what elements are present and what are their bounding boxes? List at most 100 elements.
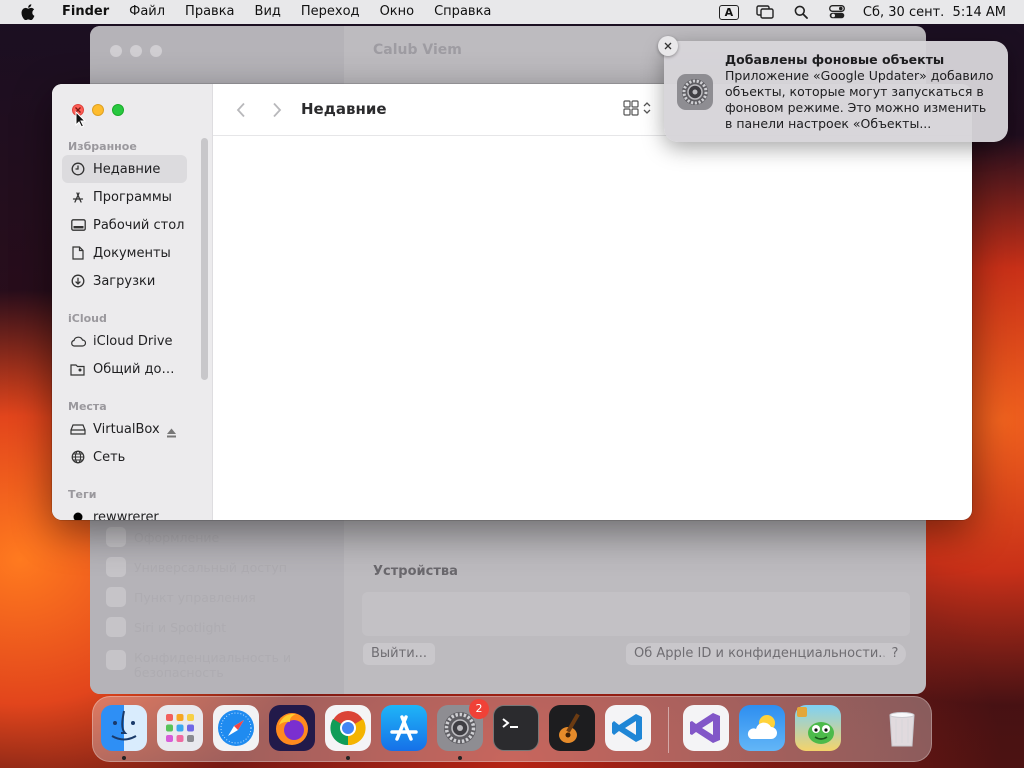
dock-weather-icon[interactable]: [739, 705, 785, 751]
clock-icon: [70, 161, 86, 177]
sidebar-item-label: VirtualBox: [93, 421, 160, 437]
sidebar-item-label: Загрузки: [93, 273, 156, 289]
desktop-icon: [70, 217, 86, 233]
devices-list: [362, 592, 910, 636]
settings-item-label: Универсальный доступ: [134, 559, 287, 575]
apps-icon: [70, 189, 86, 205]
dock-firefox-icon[interactable]: [269, 705, 315, 751]
up-down-chevron-icon: [643, 102, 651, 114]
download-icon: [70, 273, 86, 289]
menu-app-name[interactable]: Finder: [52, 0, 119, 24]
running-indicator: [458, 756, 462, 760]
input-source-label: A: [718, 4, 739, 20]
sidebar-item-downloads[interactable]: Загрузки: [62, 267, 187, 295]
menu-bar: Finder Файл Правка Вид Переход Окно Спра…: [0, 0, 1024, 24]
menu-clock[interactable]: Сб, 30 сент. 5:14 AM: [863, 5, 1006, 20]
finder-sidebar: Избранное Недавние Программы Рабочий сто…: [52, 84, 213, 520]
devices-heading: Устройства: [373, 564, 458, 579]
settings-item-label: Оформление: [134, 529, 220, 545]
places-heading: Места: [68, 400, 107, 413]
cloud-icon: [70, 333, 86, 349]
chevron-left-icon: [236, 102, 245, 118]
settings-item-accessibility[interactable]: Универсальный доступ: [106, 557, 287, 577]
shared-folder-icon: [70, 361, 86, 377]
favorites-heading: Избранное: [68, 140, 137, 153]
notification-title: Добавлены фоновые объекты: [725, 52, 945, 67]
settings-item-privacy[interactable]: Конфиденциальность и безопасность: [106, 650, 294, 680]
fullscreen-button[interactable]: [112, 104, 124, 116]
menu-file[interactable]: Файл: [119, 0, 175, 24]
running-indicator: [122, 756, 126, 760]
help-button[interactable]: ?: [884, 643, 906, 665]
appearance-icon: [106, 527, 126, 547]
tag-color-dot: [70, 509, 86, 520]
dock-vscode-icon[interactable]: [605, 705, 651, 751]
sidebar-item-label: iCloud Drive: [93, 333, 173, 349]
chevron-right-icon: [273, 102, 282, 118]
close-icon: [664, 42, 672, 50]
spotlight-search-icon[interactable]: [791, 4, 811, 20]
menu-view[interactable]: Вид: [245, 0, 291, 24]
settings-traffic-lights: [110, 45, 162, 57]
settings-item-siri[interactable]: Siri и Spotlight: [106, 617, 226, 637]
dock-garageband-icon[interactable]: [549, 705, 595, 751]
siri-icon: [106, 617, 126, 637]
dock-finder-icon[interactable]: [101, 705, 147, 751]
sidebar-item-applications[interactable]: Программы: [62, 183, 187, 211]
eject-icon[interactable]: [166, 423, 177, 442]
settings-item-appearance[interactable]: Оформление: [106, 527, 219, 547]
dock-visual-studio-icon[interactable]: [683, 705, 729, 751]
logout-button[interactable]: Выйти...: [363, 643, 436, 665]
sidebar-item-desktop[interactable]: Рабочий стол: [62, 211, 187, 239]
screen-mirroring-icon[interactable]: [755, 4, 775, 20]
sidebar-item-documents[interactable]: Документы: [62, 239, 187, 267]
settings-item-label: Siri и Spotlight: [134, 619, 227, 635]
dock: 2: [92, 696, 932, 762]
menu-help[interactable]: Справка: [424, 0, 501, 24]
sidebar-item-recents[interactable]: Недавние: [62, 155, 187, 183]
menu-window[interactable]: Окно: [370, 0, 425, 24]
sidebar-tag-rewwrerer[interactable]: rewwrerer: [62, 503, 187, 520]
dock-terminal-icon[interactable]: [493, 705, 539, 751]
menu-edit[interactable]: Правка: [175, 0, 244, 24]
grid-view-icon: [623, 100, 639, 116]
settings-item-control-center[interactable]: Пункт управления: [106, 587, 256, 607]
dock-system-settings-icon[interactable]: 2: [437, 699, 489, 751]
sidebar-scrollbar[interactable]: [201, 138, 208, 380]
sidebar-item-label: Недавние: [93, 161, 161, 177]
sidebar-item-icloud-drive[interactable]: iCloud Drive: [62, 327, 187, 355]
apple-id-privacy-button[interactable]: Об Apple ID и конфиденциальности...: [626, 643, 899, 665]
mouse-pointer-icon: [75, 110, 87, 132]
window-title: Недавние: [301, 100, 387, 118]
running-indicator: [346, 756, 350, 760]
sidebar-item-label: Общий доступ: [93, 361, 177, 377]
apple-icon[interactable]: [18, 2, 38, 22]
drive-icon: [70, 421, 86, 437]
notification-banner[interactable]: Добавлены фоновые объекты Приложение «Go…: [664, 41, 1008, 142]
privacy-icon: [106, 650, 126, 670]
view-options-button[interactable]: [623, 100, 651, 116]
dock-trash-icon[interactable]: [879, 705, 925, 751]
dock-launchpad-icon[interactable]: [157, 705, 203, 751]
control-center-icon: [106, 587, 126, 607]
minimize-button[interactable]: [92, 104, 104, 116]
sidebar-item-label: Документы: [93, 245, 171, 261]
tags-heading: Теги: [68, 488, 97, 501]
dock-game-icon[interactable]: [795, 705, 841, 751]
sidebar-item-label: Сеть: [93, 449, 126, 465]
globe-icon: [70, 449, 86, 465]
dock-app-store-icon[interactable]: [381, 705, 427, 751]
sidebar-item-network[interactable]: Сеть: [62, 443, 187, 471]
notification-badge: 2: [469, 699, 489, 719]
control-center-icon[interactable]: [827, 4, 847, 20]
back-button[interactable]: [231, 100, 251, 120]
notification-close-button[interactable]: [658, 36, 678, 56]
sidebar-item-label: Программы: [93, 189, 172, 205]
menu-go[interactable]: Переход: [291, 0, 370, 24]
notification-body: Приложение «Google Updater» добавило объ…: [725, 68, 994, 131]
sidebar-item-shared[interactable]: Общий доступ: [62, 355, 187, 383]
input-source-icon[interactable]: A: [718, 4, 739, 20]
forward-button[interactable]: [267, 100, 287, 120]
dock-safari-icon[interactable]: [213, 705, 259, 751]
dock-chrome-icon[interactable]: [325, 705, 371, 751]
